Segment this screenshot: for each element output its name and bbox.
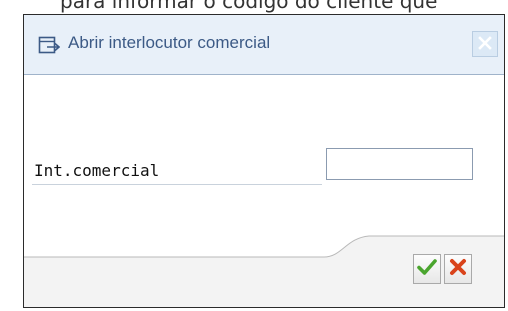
open-document-icon bbox=[38, 35, 61, 55]
dialog-content: Int.comercial bbox=[24, 75, 504, 251]
confirm-button[interactable] bbox=[413, 254, 441, 284]
dialog-title: Abrir interlocutor comercial bbox=[68, 33, 271, 52]
business-partner-label: Int.comercial bbox=[34, 161, 160, 180]
open-business-partner-dialog: Abrir interlocutor comercial Int.comerci… bbox=[23, 14, 505, 308]
label-underline bbox=[32, 184, 322, 185]
close-button[interactable] bbox=[472, 31, 498, 57]
checkmark-icon bbox=[417, 258, 437, 280]
cancel-button[interactable] bbox=[444, 254, 472, 284]
background-page-text: para informar o código do cliente que bbox=[60, 0, 438, 13]
cancel-x-icon bbox=[449, 258, 467, 280]
dialog-titlebar: Abrir interlocutor comercial bbox=[24, 15, 504, 75]
business-partner-input[interactable] bbox=[326, 148, 473, 180]
close-icon bbox=[478, 35, 492, 54]
